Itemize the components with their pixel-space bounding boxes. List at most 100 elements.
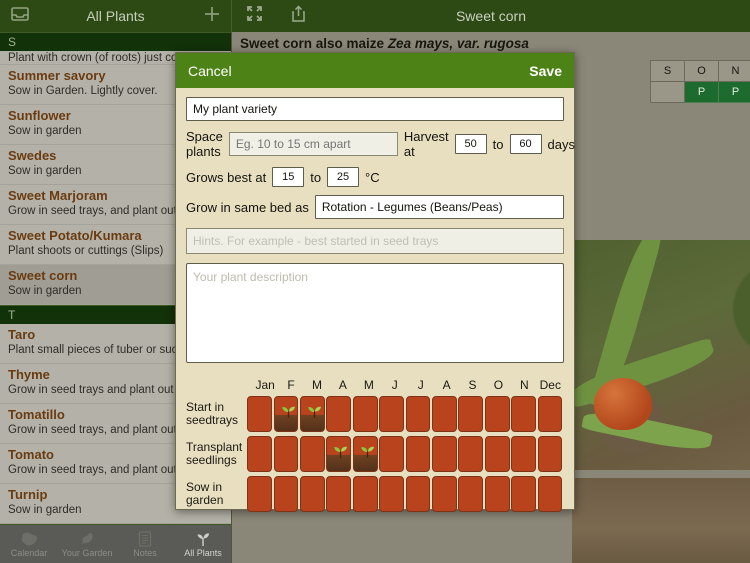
cancel-button[interactable]: Cancel (188, 63, 232, 79)
section-header-s: S (0, 32, 231, 51)
month-value-row: P P P (650, 81, 750, 103)
calendar-cell[interactable] (352, 476, 378, 512)
month-header-cell: O (684, 60, 719, 82)
calendar-cell[interactable] (511, 476, 537, 512)
calendar-cell[interactable] (484, 436, 510, 472)
tab-notes[interactable]: Notes (116, 525, 174, 563)
month-header-cell: N (718, 60, 750, 82)
plant-photo-secondary (572, 478, 750, 563)
same-bed-row: Grow in same bed as Rotation - Legumes (… (186, 195, 564, 219)
calendar-cell[interactable] (379, 436, 404, 472)
plant-photo-primary (572, 240, 750, 470)
grows-best-row: Grows best at to °C (186, 167, 564, 187)
modal-header: Cancel Save (176, 53, 574, 88)
calendar-cell-active[interactable] (326, 436, 352, 472)
detail-subtitle: Sweet corn also maize Zea mays, var. rug… (240, 36, 529, 51)
calendar-cell[interactable] (458, 476, 484, 512)
archive-box-icon[interactable] (10, 5, 32, 28)
detail-subtitle-plain: Sweet corn also maize (240, 36, 388, 51)
month-label: M (312, 378, 322, 392)
calendar-cell[interactable] (431, 436, 457, 472)
calendar-cell[interactable] (431, 476, 457, 512)
month-label: A (338, 378, 347, 392)
save-button[interactable]: Save (529, 63, 562, 79)
calendar-cell[interactable] (326, 476, 352, 512)
calendar-cell[interactable] (537, 436, 563, 472)
month-label: Dec (539, 378, 561, 392)
calendar-cell[interactable] (405, 396, 431, 432)
grows-best-from-input[interactable] (272, 167, 305, 187)
rotation-select[interactable]: Rotation - Legumes (Beans/Peas) (314, 195, 564, 219)
calendar-cell[interactable] (352, 396, 378, 432)
calendar-cell[interactable] (405, 476, 431, 512)
month-label: F (287, 378, 295, 392)
calendar-row-label: Sow in garden (186, 480, 224, 507)
month-header-row: S O N Dec (650, 60, 750, 82)
harvest-to-input[interactable] (509, 134, 542, 154)
calendar-cell[interactable] (247, 396, 272, 432)
calendar-cell[interactable] (247, 476, 272, 512)
bird-icon (77, 531, 97, 547)
seedling-icon (193, 531, 213, 547)
plus-icon[interactable] (199, 5, 221, 28)
month-value-cell: P (684, 81, 719, 103)
calendar-cell[interactable] (431, 396, 457, 432)
modal-body: Space plants Harvest at to days Grows be… (176, 88, 575, 512)
calendar-cell[interactable] (511, 396, 537, 432)
calendar-cell[interactable] (484, 396, 510, 432)
calendar-cell-active[interactable] (299, 396, 325, 432)
calendar-cell[interactable] (484, 476, 510, 512)
calendar-cell[interactable] (273, 476, 299, 512)
month-label: O (493, 378, 504, 392)
space-and-harvest-row: Space plants Harvest at to days (186, 129, 575, 159)
tab-label: Your Garden (61, 547, 113, 558)
harvest-at-label: Harvest at (403, 129, 449, 159)
tab-your-garden[interactable]: Your Garden (58, 525, 116, 563)
calendar-row: Start in seedtrays (186, 396, 564, 432)
calendar-cell[interactable] (273, 436, 299, 472)
calendar-cell[interactable] (326, 396, 352, 432)
harvest-from-input[interactable] (454, 134, 487, 154)
detail-title: Sweet corn (455, 8, 527, 24)
tab-all-plants[interactable]: All Plants (174, 525, 231, 563)
month-availability-table: S O N Dec P P P (650, 60, 750, 103)
hints-input[interactable] (186, 228, 564, 254)
grows-best-to-input[interactable] (327, 167, 360, 187)
calendar-cell-active[interactable] (352, 436, 378, 472)
map-icon (19, 531, 39, 547)
same-bed-label: Grow in same bed as (186, 199, 309, 215)
plant-variety-input[interactable] (186, 97, 564, 121)
space-plants-input[interactable] (228, 132, 398, 156)
calendar-cell[interactable] (458, 396, 484, 432)
calendar-month-header: Jan F M A M J J A S O N Dec (186, 378, 564, 392)
temperature-unit-label: °C (365, 169, 380, 185)
calendar-cell[interactable] (379, 476, 404, 512)
calendar-cell[interactable] (405, 436, 431, 472)
calendar-cell[interactable] (511, 436, 537, 472)
month-label: J (391, 378, 398, 392)
tab-label: Calendar (10, 547, 48, 558)
calendar-cell[interactable] (299, 476, 325, 512)
month-label: N (520, 378, 529, 392)
detail-topbar: Sweet corn (232, 0, 750, 32)
calendar-row-label: Start in seedtrays (186, 400, 239, 427)
month-label: S (468, 378, 477, 392)
calendar-cell[interactable] (299, 436, 325, 472)
grows-best-label: Grows best at (186, 169, 267, 185)
calendar-row: Sow in garden (186, 476, 564, 512)
calendar-cell[interactable] (537, 396, 563, 432)
edit-plant-modal: Cancel Save Space plants Harvest at to d… (175, 52, 575, 512)
tab-calendar[interactable]: Calendar (0, 525, 58, 563)
detail-subtitle-italic: Zea mays, var. rugosa (387, 36, 529, 51)
calendar-row-label: Transplant seedlings (186, 440, 243, 467)
notepad-icon (138, 530, 152, 547)
plant-description-textarea[interactable] (186, 263, 564, 363)
calendar-cell[interactable] (537, 476, 563, 512)
calendar-cell[interactable] (379, 396, 404, 432)
app-root: Sweet corn Sweet corn also maize Zea may… (0, 0, 750, 563)
calendar-cell-active[interactable] (273, 396, 299, 432)
calendar-cell[interactable] (458, 436, 484, 472)
month-label: M (363, 378, 374, 392)
harvest-to-label: to (492, 136, 504, 152)
calendar-cell[interactable] (247, 436, 272, 472)
